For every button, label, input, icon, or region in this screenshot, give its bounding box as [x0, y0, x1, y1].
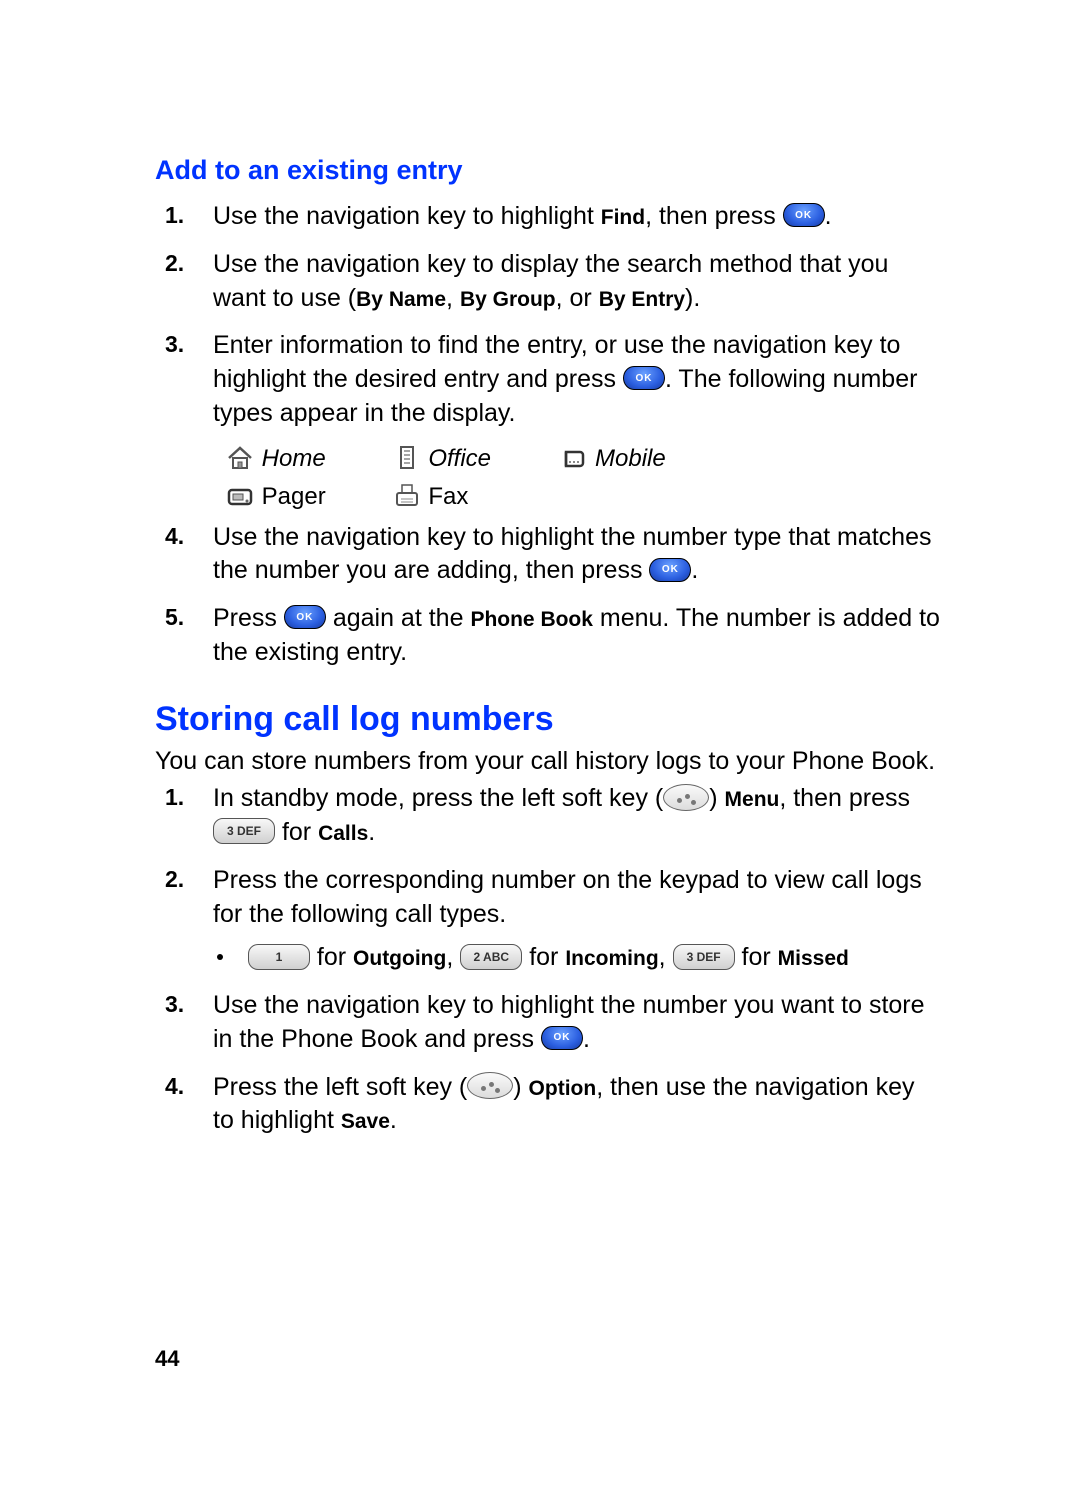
step-number: 1. — [165, 200, 184, 231]
ok-button-icon: OK — [541, 1026, 583, 1050]
type-office-label: Office — [428, 445, 491, 472]
type-fax-cell: Fax — [392, 483, 542, 511]
office-icon — [392, 444, 422, 470]
step-number: 1. — [165, 782, 184, 813]
steps-list-a: 1. Use the navigation key to highlight F… — [155, 200, 940, 431]
step-number: 3. — [165, 329, 184, 360]
ok-button-icon: OK — [284, 605, 326, 629]
ok-button-icon: OK — [623, 366, 665, 390]
step-a5: 5. Press OK again at the Phone Book menu… — [155, 602, 940, 670]
bold-menu: Menu — [725, 788, 780, 811]
bold-outgoing: Outgoing — [353, 947, 446, 970]
step-text: ). — [685, 284, 700, 312]
bold-bygroup: By Group — [460, 288, 556, 311]
step-text: . — [368, 818, 375, 846]
mobile-icon — [558, 444, 588, 470]
step-b2: 2. Press the corresponding number on the… — [155, 864, 940, 975]
section-intro: You can store numbers from your call his… — [155, 745, 940, 779]
bold-calls: Calls — [318, 822, 368, 845]
steps-list-b: 1. In standby mode, press the left soft … — [155, 782, 940, 1138]
type-home-cell: Home — [225, 445, 375, 473]
type-home-label: Home — [262, 445, 326, 472]
fax-icon — [392, 482, 422, 508]
manual-page: Add to an existing entry 1. Use the navi… — [0, 0, 1080, 1492]
number-types-row-2: Pager Fax — [225, 483, 940, 511]
bullet-text: for — [310, 943, 353, 971]
step-a4: 4. Use the navigation key to highlight t… — [155, 521, 940, 589]
bold-save: Save — [341, 1110, 390, 1133]
ok-button-icon: OK — [649, 558, 691, 582]
step-text: , then press — [645, 202, 783, 230]
step-text: ) — [709, 784, 724, 812]
step-number: 5. — [165, 602, 184, 633]
page-number: 44 — [155, 1346, 179, 1372]
bullet-icon — [217, 954, 223, 960]
step-number: 2. — [165, 864, 184, 895]
steps-list-a-cont: 4. Use the navigation key to highlight t… — [155, 521, 940, 670]
step-text: again at the — [333, 604, 471, 632]
period: . — [825, 202, 832, 230]
bold-byentry: By Entry — [599, 288, 685, 311]
step-number: 2. — [165, 248, 184, 279]
period: . — [583, 1025, 590, 1053]
bullet-text: for — [522, 943, 565, 971]
bullet-text: , — [446, 943, 460, 971]
step-number: 3. — [165, 989, 184, 1020]
step-text: Use the navigation key to highlight — [213, 202, 601, 230]
bullet-text: , — [659, 943, 673, 971]
step-text: , then press — [779, 784, 910, 812]
step-a2: 2. Use the navigation key to display the… — [155, 248, 940, 316]
step-number: 4. — [165, 521, 184, 552]
step-text: for — [275, 818, 318, 846]
step-a3: 3. Enter information to find the entry, … — [155, 329, 940, 430]
ok-button-icon: OK — [783, 203, 825, 227]
step-number: 4. — [165, 1071, 184, 1102]
step-b3: 3. Use the navigation key to highlight t… — [155, 989, 940, 1057]
step-text: ) — [513, 1073, 528, 1101]
key-2-icon: 2 ABC — [460, 944, 522, 970]
type-pager-label: Pager — [262, 483, 326, 510]
step-text: , or — [556, 284, 599, 312]
step-text: Press the corresponding number on the ke… — [213, 866, 922, 928]
type-mobile-label: Mobile — [595, 445, 666, 472]
step-b4: 4. Press the left soft key () Option, th… — [155, 1071, 940, 1139]
home-icon — [225, 444, 255, 470]
key-1-icon: 1 — [248, 944, 310, 970]
bold-incoming: Incoming — [565, 947, 658, 970]
type-office-cell: Office — [392, 445, 542, 473]
bold-byname: By Name — [356, 288, 446, 311]
subsection-heading-add-existing: Add to an existing entry — [155, 155, 940, 186]
bold-find: Find — [601, 206, 645, 229]
bold-phonebook: Phone Book — [470, 608, 593, 631]
softkey-icon — [663, 784, 709, 811]
type-pager-cell: Pager — [225, 483, 375, 511]
step-text: Press the left soft key ( — [213, 1073, 467, 1101]
section-heading-storing: Storing call log numbers — [155, 700, 940, 739]
type-mobile-cell: Mobile — [558, 445, 708, 473]
period: . — [691, 556, 698, 584]
softkey-icon — [467, 1072, 513, 1099]
bold-option: Option — [529, 1077, 597, 1100]
number-types-row-1: Home Office Mobile — [225, 445, 940, 473]
step-text: Use the navigation key to highlight the … — [213, 523, 931, 585]
step-text: Press — [213, 604, 284, 632]
bold-missed: Missed — [778, 947, 849, 970]
step-text: , — [446, 284, 460, 312]
step-b1: 1. In standby mode, press the left soft … — [155, 782, 940, 850]
key-3-icon: 3 DEF — [673, 944, 735, 970]
step-text: . — [390, 1106, 397, 1134]
key-3-icon: 3 DEF — [213, 818, 275, 844]
step-a1: 1. Use the navigation key to highlight F… — [155, 200, 940, 234]
call-type-bullet: 1 for Outgoing, 2 ABC for Incoming, 3 DE… — [213, 941, 940, 975]
type-fax-label: Fax — [428, 483, 468, 510]
pager-icon — [225, 482, 255, 508]
step-text: In standby mode, press the left soft key… — [213, 784, 663, 812]
bullet-text: for — [735, 943, 778, 971]
